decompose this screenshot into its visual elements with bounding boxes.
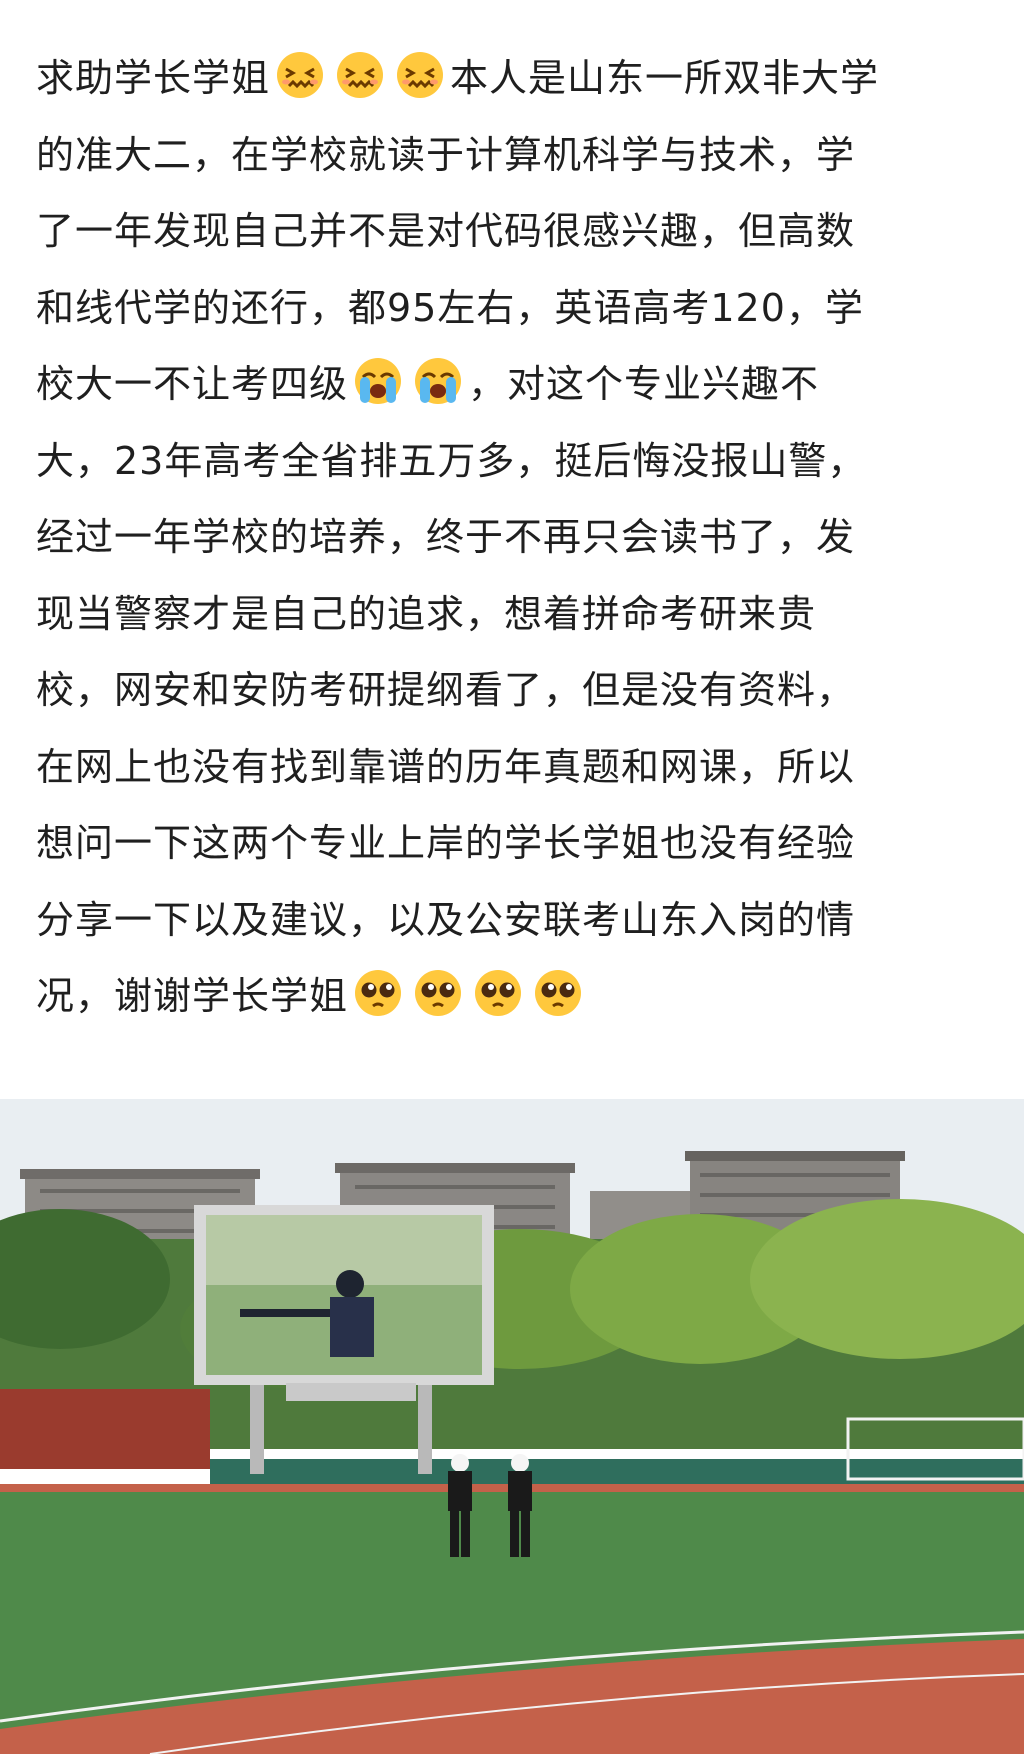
pleading-face-icon [472, 967, 524, 1019]
post-line: 校大一不让考四级 ，对这个专业兴趣不 [36, 346, 996, 423]
post-line: 求助学长学姐 本人是山东一所双非大学 [36, 40, 996, 117]
post-line: 况，谢谢学长学姐 [36, 958, 996, 1035]
post-line: 在网上也没有找到靠谱的历年真题和网课，所以 [36, 744, 856, 789]
red-wall [0, 1389, 210, 1469]
loudly-crying-face-icon [412, 355, 464, 407]
confounded-face-icon [334, 49, 386, 101]
post-body-text: 求助学长学姐 本人是山东一所双非大学 的准大二，在学校就读于计算机科学与技术，学 … [36, 40, 996, 1035]
post-line: 的准大二，在学校就读于计算机科学与技术，学 [36, 132, 856, 177]
post-line: 现当警察才是自己的追求，想着拼命考研来贵 [36, 591, 817, 636]
pleading-face-icon [532, 967, 584, 1019]
post-line: 和线代学的还行，都95左右，英语高考120，学 [36, 285, 864, 330]
pleading-face-icon [352, 967, 404, 1019]
post-photo-police-academy-field[interactable] [0, 1099, 1024, 1754]
post-line: 校，网安和安防考研提纲看了，但是没有资料， [36, 668, 856, 712]
pleading-face-icon [412, 967, 464, 1019]
post-line: 经过一年学校的培养，终于不再只会读书了，发 [36, 515, 856, 559]
confounded-face-icon [274, 49, 326, 101]
photo-scene [0, 1099, 1024, 1754]
post-line: 分享一下以及建议，以及公安联考山东入岗的情 [36, 897, 856, 942]
post-line: 想问一下这两个专业上岸的学长学姐也没有经验 [36, 821, 856, 865]
post-line: 了一年发现自己并不是对代码很感兴趣，但高数 [36, 209, 856, 253]
confounded-face-icon [394, 49, 446, 101]
post-line: 大，23年高考全省排五万多，挺后悔没报山警， [36, 438, 867, 483]
loudly-crying-face-icon [352, 355, 404, 407]
